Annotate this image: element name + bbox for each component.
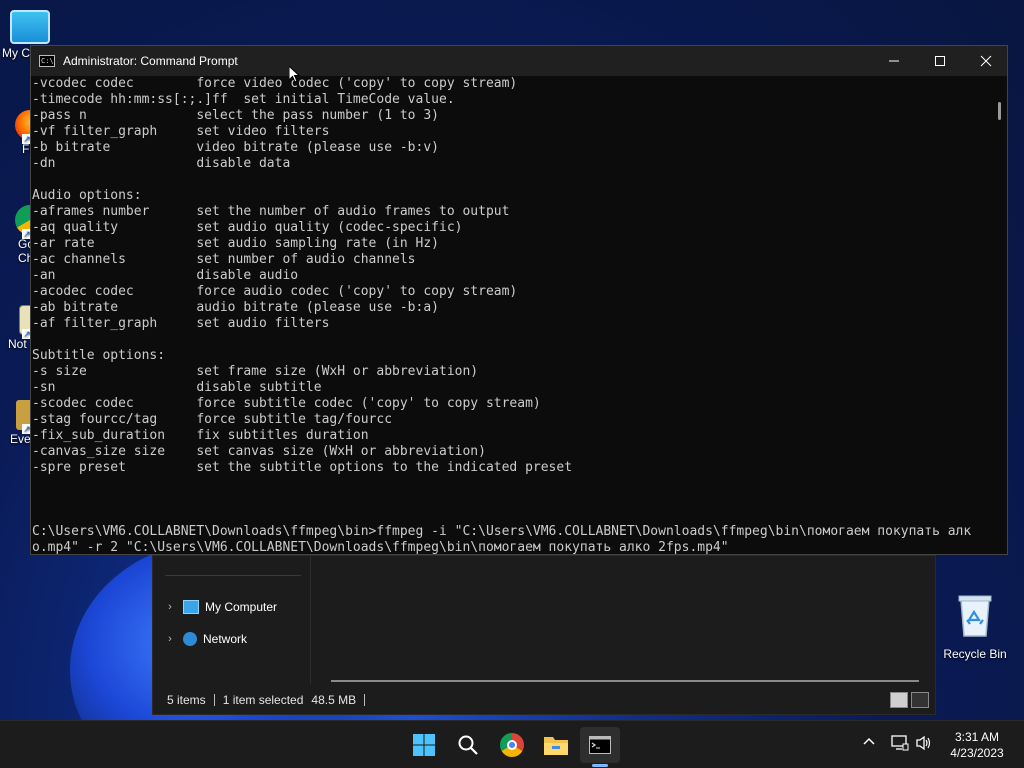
speaker-icon (916, 735, 931, 751)
chrome-icon (500, 733, 524, 757)
nav-divider (165, 575, 301, 576)
view-switcher (890, 692, 929, 708)
console-line: -timecode hh:mm:ss[:;.]ff set initial Ti… (32, 92, 455, 107)
horizontal-scrollbar[interactable] (331, 680, 919, 682)
mouse-cursor-icon (289, 66, 301, 83)
folder-icon (544, 737, 568, 755)
active-app-indicator (592, 764, 608, 767)
command-prompt-window[interactable]: C:\ Administrator: Command Prompt -vcode… (30, 45, 1008, 555)
network-icon (183, 632, 197, 646)
navigation-pane: › My Computer › Network (153, 556, 311, 684)
console-line: -vcodec codec force video codec ('copy' … (32, 76, 518, 91)
close-icon (980, 55, 992, 67)
taskbar: 3:31 AM 4/23/2023 (0, 720, 1024, 768)
nav-item-network[interactable]: › Network (163, 629, 247, 649)
volume-button[interactable] (914, 735, 934, 755)
chevron-up-icon (863, 737, 875, 745)
status-size: 48.5 MB (311, 693, 357, 707)
console-line: -s size set frame size (WxH or abbreviat… (32, 364, 479, 379)
search-icon (458, 735, 478, 755)
vertical-scrollbar-thumb[interactable] (998, 102, 1001, 120)
console-line: -pass n select the pass number (1 to 3) (32, 108, 439, 123)
cmd-app-icon[interactable]: C:\ (39, 55, 55, 67)
console-line: C:\Users\VM6.COLLABNET\Downloads\ffmpeg\… (32, 524, 972, 539)
close-button[interactable] (963, 46, 1009, 76)
nav-item-label: My Computer (205, 600, 278, 614)
console-line: -spre preset set the subtitle options to… (32, 460, 573, 475)
console-line: Audio options: (32, 188, 142, 203)
console-line: -aframes number set the number of audio … (32, 204, 510, 219)
computer-icon (183, 600, 199, 614)
console-line: -acodec codec force audio codec ('copy' … (32, 284, 518, 299)
taskbar-file-explorer-button[interactable] (536, 727, 576, 763)
clock-time: 3:31 AM (954, 730, 1000, 744)
console-line: -ar rate set audio sampling rate (in Hz) (32, 236, 439, 251)
tiles-view-button[interactable] (911, 692, 929, 708)
minimize-button[interactable] (871, 46, 917, 76)
status-bar: 5 items 1 item selected 48.5 MB (153, 686, 935, 714)
console-line: -b bitrate video bitrate (please use -b:… (32, 140, 439, 155)
minimize-icon (889, 60, 899, 62)
nav-item-label: Network (203, 632, 248, 646)
chevron-right-icon[interactable]: › (163, 633, 177, 645)
title-bar[interactable]: C:\ Administrator: Command Prompt (31, 46, 1007, 76)
desktop-icon-recycle-bin[interactable]: Recycle Bin (940, 594, 1010, 661)
console-line: -ac channels set number of audio channel… (32, 252, 416, 267)
console-line: Subtitle options: (32, 348, 166, 363)
console-line: -vf filter_graph set video filters (32, 124, 330, 139)
chevron-right-icon[interactable]: › (163, 601, 177, 613)
desktop: My C ↗ Fi ↗ Go Ch ↗ Not ↗ Eve Recycle Bi… (0, 0, 1024, 720)
console-line: -fix_sub_duration fix subtitles duration (32, 428, 369, 443)
status-selected: 1 item selected (222, 693, 304, 707)
console-line: -scodec codec force subtitle codec ('cop… (32, 396, 541, 411)
start-button[interactable] (404, 727, 444, 763)
file-explorer-window: › My Computer › Network 5 items 1 item s… (152, 555, 936, 715)
search-button[interactable] (448, 727, 488, 763)
console-line: -dn disable data (32, 156, 291, 171)
console-line: -ab bitrate audio bitrate (please use -b… (32, 300, 439, 315)
maximize-icon (935, 56, 945, 66)
console-output[interactable]: -vcodec codec force video codec ('copy' … (31, 76, 993, 554)
taskbar-command-prompt-button[interactable] (580, 727, 620, 763)
console-line: -sn disable subtitle (32, 380, 322, 395)
monitor-icon (10, 10, 50, 44)
details-view-button[interactable] (890, 692, 908, 708)
console-line: о.mp4" -r 2 "C:\Users\VM6.COLLABNET\Down… (32, 540, 729, 554)
clock[interactable]: 3:31 AM 4/23/2023 (942, 729, 1012, 761)
status-divider (213, 694, 215, 706)
maximize-button[interactable] (917, 46, 963, 76)
status-divider (364, 694, 366, 706)
console-line: -aq quality set audio quality (codec-spe… (32, 220, 463, 235)
network-icon (891, 735, 909, 751)
nav-item-my-computer[interactable]: › My Computer (163, 597, 277, 617)
recycle-bin-label: Recycle Bin (943, 647, 1007, 661)
network-status-button[interactable] (890, 735, 910, 755)
taskbar-chrome-button[interactable] (492, 727, 532, 763)
console-line: -an disable audio (32, 268, 299, 283)
console-line: -canvas_size size set canvas size (WxH o… (32, 444, 486, 459)
console-line: -af filter_graph set audio filters (32, 316, 330, 331)
show-hidden-icons-button[interactable] (859, 735, 879, 755)
clock-date: 4/23/2023 (950, 746, 1004, 760)
terminal-icon (589, 736, 611, 754)
console-line: -stag fourcc/tag force subtitle tag/four… (32, 412, 393, 427)
recycle-bin-icon (958, 595, 992, 637)
window-title: Administrator: Command Prompt (63, 54, 238, 68)
windows-logo-icon (413, 734, 435, 756)
status-item-count: 5 items (167, 693, 206, 707)
